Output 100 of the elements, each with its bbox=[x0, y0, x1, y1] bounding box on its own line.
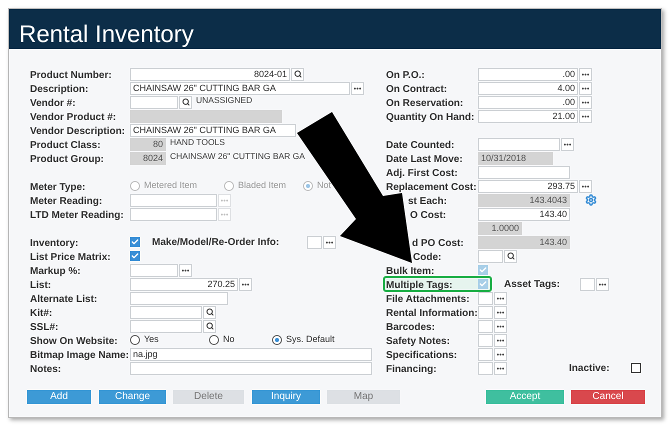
field-label: Vendor Product #: bbox=[30, 112, 116, 123]
search-button[interactable] bbox=[504, 250, 517, 262]
field-label: Inventory: bbox=[30, 238, 78, 249]
radio-label: Bladed Item bbox=[238, 179, 286, 192]
more-button[interactable] bbox=[239, 278, 252, 290]
radio-label: Metered Item bbox=[144, 179, 198, 192]
search-button[interactable] bbox=[203, 320, 216, 332]
input-field[interactable]: 270.25 bbox=[130, 278, 238, 290]
field-note: CHAINSAW 26" CUTTING BAR GA bbox=[170, 150, 305, 163]
field-label: d PO Cost: bbox=[412, 238, 464, 249]
more-button[interactable] bbox=[494, 362, 507, 374]
input-field[interactable]: .00 bbox=[478, 96, 578, 108]
input-field[interactable] bbox=[130, 292, 228, 304]
field-label: Product Number: bbox=[30, 70, 112, 81]
radio-button[interactable] bbox=[209, 335, 219, 345]
input-field[interactable] bbox=[130, 264, 178, 276]
input-field[interactable] bbox=[130, 306, 202, 318]
search-button[interactable] bbox=[203, 306, 216, 318]
field-label: Inactive: bbox=[569, 362, 610, 376]
field-label: Financing: bbox=[386, 364, 437, 375]
input-field[interactable]: 4.00 bbox=[478, 82, 578, 94]
field-label: On Reservation: bbox=[386, 98, 464, 109]
input-field[interactable] bbox=[130, 208, 217, 220]
input-field[interactable] bbox=[580, 278, 595, 290]
field-label: Bitmap Image Name: bbox=[30, 350, 129, 361]
readonly-field: 143.4043 bbox=[478, 194, 570, 206]
more-button[interactable] bbox=[579, 82, 592, 94]
field-label: Vendor #: bbox=[30, 98, 76, 109]
radio-label: Sys. Default bbox=[286, 333, 335, 346]
more-button[interactable] bbox=[561, 138, 574, 150]
checkbox[interactable] bbox=[130, 237, 140, 247]
search-icon bbox=[206, 308, 214, 316]
field-label: Safety Notes: bbox=[386, 336, 450, 347]
field-label: Code: bbox=[413, 252, 442, 263]
input-field[interactable]: CHAINSAW 26" CUTTING BAR GA bbox=[130, 82, 350, 94]
input-field[interactable]: CHAINSAW 26" CUTTING BAR GA bbox=[130, 124, 296, 136]
radio-label: No bbox=[223, 333, 235, 346]
window-title: Rental Inventory bbox=[19, 23, 194, 47]
field-label: LTD Meter Reading: bbox=[30, 210, 124, 221]
more-button[interactable] bbox=[579, 110, 592, 122]
input-field[interactable]: 293.75 bbox=[478, 180, 578, 192]
more-button[interactable] bbox=[579, 96, 592, 108]
field-label: st Each: bbox=[408, 196, 447, 207]
more-button[interactable] bbox=[494, 306, 507, 318]
more-button[interactable] bbox=[494, 334, 507, 346]
input-field[interactable]: 21.00 bbox=[478, 110, 578, 122]
input-field[interactable] bbox=[130, 96, 178, 108]
field-label: Date Last Move: bbox=[386, 154, 463, 165]
field-note: UNASSIGNED bbox=[196, 94, 252, 107]
search-button[interactable] bbox=[179, 96, 192, 108]
radio-button[interactable] bbox=[272, 335, 282, 345]
field-label: Specifications: bbox=[386, 350, 458, 361]
field-label: Asset Tags: bbox=[504, 278, 560, 292]
search-icon bbox=[182, 98, 190, 106]
field-label: Markup %: bbox=[30, 266, 81, 277]
input-field[interactable] bbox=[478, 348, 493, 360]
radio-label: Yes bbox=[144, 333, 159, 346]
field-label: Product Group: bbox=[30, 154, 104, 165]
action-button[interactable]: Cancel bbox=[571, 390, 645, 404]
readonly-field: 10/31/2018 bbox=[478, 152, 553, 164]
input-field[interactable] bbox=[478, 320, 493, 332]
input-field[interactable] bbox=[478, 306, 493, 318]
field-label: Vendor Description: bbox=[30, 126, 126, 137]
input-field[interactable]: na.jpg bbox=[130, 348, 372, 360]
input-field[interactable] bbox=[478, 138, 560, 150]
more-button[interactable] bbox=[323, 236, 336, 248]
more-button[interactable] bbox=[351, 82, 364, 94]
more-button[interactable] bbox=[494, 320, 507, 332]
input-field[interactable] bbox=[307, 236, 322, 248]
input-field[interactable]: 143.40 bbox=[478, 208, 570, 220]
input-field[interactable] bbox=[478, 362, 493, 374]
input-field[interactable]: .00 bbox=[478, 68, 578, 80]
checkbox[interactable] bbox=[130, 251, 140, 261]
radio-button[interactable] bbox=[130, 335, 140, 345]
input-field[interactable]: 8024-01 bbox=[130, 68, 290, 80]
input-field[interactable] bbox=[478, 292, 493, 304]
field-label: Barcodes: bbox=[386, 322, 435, 333]
more-button[interactable] bbox=[179, 264, 192, 276]
more-button[interactable] bbox=[579, 180, 592, 192]
search-button[interactable] bbox=[291, 68, 304, 80]
input-field[interactable] bbox=[130, 194, 217, 206]
field-label: O Cost: bbox=[410, 210, 446, 221]
field-label: On P.O.: bbox=[386, 70, 425, 81]
field-label: Show On Website: bbox=[30, 336, 118, 347]
field-label: Notes: bbox=[30, 364, 62, 375]
input-field[interactable] bbox=[130, 320, 202, 332]
field-label: Make/Model/Re-Order Info: bbox=[152, 236, 280, 250]
more-button[interactable] bbox=[494, 348, 507, 360]
more-button[interactable] bbox=[579, 68, 592, 80]
more-button[interactable] bbox=[494, 292, 507, 304]
input-field[interactable] bbox=[478, 166, 570, 178]
field-label: Adj. First Cost: bbox=[386, 168, 458, 179]
checkbox[interactable] bbox=[631, 363, 641, 373]
field-label: Product Class: bbox=[30, 140, 101, 151]
field-label: List: bbox=[30, 280, 52, 291]
input-field[interactable] bbox=[478, 334, 493, 346]
field-note: HAND TOOLS bbox=[170, 136, 225, 149]
input-field[interactable] bbox=[130, 362, 372, 374]
input-field[interactable] bbox=[478, 250, 503, 262]
search-icon bbox=[506, 252, 514, 260]
